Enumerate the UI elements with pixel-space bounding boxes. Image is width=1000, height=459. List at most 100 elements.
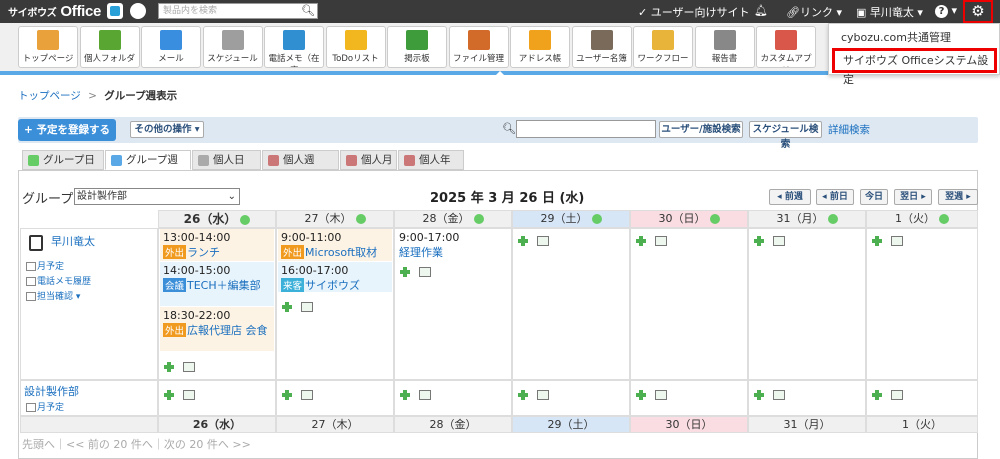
add-event-icon[interactable] [872,390,882,400]
user-sub-link[interactable]: 電話メモ履歴 [26,274,91,287]
schedule-event[interactable]: 14:00-15:00 会議 TECH＋編集部 [160,262,274,306]
app-tile[interactable]: 報告書 [694,26,755,68]
nav-button[interactable]: 翌日 ▸ [894,189,932,205]
app-tile[interactable]: アドレス帳 [510,26,570,68]
schedule-event[interactable]: 13:00-14:00 外出 ランチ [160,229,274,261]
add-banner-icon[interactable] [537,390,549,400]
add-banner-icon[interactable] [537,236,549,246]
user-site-link[interactable]: ✓ ユーザー向けサイト [638,4,750,20]
detail-search-link[interactable]: 詳細検索 [828,122,870,137]
register-schedule-button[interactable]: + 予定を登録する [18,119,116,141]
add-banner-icon[interactable] [183,390,195,400]
event-title[interactable]: ランチ [187,246,220,259]
day-header[interactable]: 27（木） [276,210,394,228]
cybozu-icon[interactable] [107,3,123,19]
add-event-icon[interactable] [636,236,646,246]
breadcrumb-home[interactable]: トップページ [18,90,81,102]
keyword-input[interactable] [516,120,656,138]
add-event-icon[interactable] [164,362,174,372]
tab-view[interactable]: グループ週 [105,150,191,170]
app-tile[interactable]: カスタムアプリ [756,26,816,68]
event-title[interactable]: 広報代理店 会食 [187,324,268,337]
tab-view[interactable]: 個人月 [340,150,397,170]
schedule-event[interactable]: 9:00-17:00 経理作業 [396,229,510,261]
tab-view[interactable]: 個人日 [192,150,261,170]
chat-icon[interactable] [130,3,146,19]
schedule-search-button[interactable]: スケジュール検索 [749,121,822,150]
add-banner-icon[interactable] [655,236,667,246]
app-tile[interactable]: トップページ [18,26,78,68]
schedule-event[interactable]: 16:00-17:00 来客 サイボウズ [278,262,392,292]
cybozu-admin-item[interactable]: cybozu.com共通管理 [841,29,951,45]
add-event-icon[interactable] [754,236,764,246]
add-schedule-icon[interactable] [240,214,251,225]
day-header[interactable]: 31（月） [748,210,866,228]
add-banner-icon[interactable] [419,390,431,400]
paging[interactable]: 先頭へ｜<< 前の 20 件へ｜次の 20 件へ >> [22,436,251,452]
add-schedule-icon[interactable] [355,214,366,224]
add-schedule-icon[interactable] [939,214,949,224]
app-tile[interactable]: 個人フォルダ [79,26,140,68]
search-icon[interactable]: 🔍︎ [301,4,315,18]
add-event-icon[interactable] [754,390,764,400]
user-name-link[interactable]: 早川竜太 [51,233,95,249]
user-sub-link[interactable]: 月予定 [26,259,64,272]
add-schedule-icon[interactable] [473,214,484,224]
app-tile[interactable]: 電話メモ（在席 [264,26,324,68]
add-banner-icon[interactable] [655,390,667,400]
app-tile[interactable]: ユーザー名簿 [571,26,632,68]
user-sub-link[interactable]: 担当確認 ▾ [26,289,80,302]
add-schedule-icon[interactable] [591,214,602,224]
day-header[interactable]: 28（金） [394,210,512,228]
schedule-event[interactable]: 18:30-22:00 外出 広報代理店 会食 [160,307,274,351]
schedule-event[interactable]: 9:00-11:00 外出 Microsoft取材 [278,229,392,261]
app-tile[interactable]: スケジュール [202,26,263,68]
add-event-icon[interactable] [400,390,410,400]
app-logo[interactable]: サイボウズ Office [8,3,101,20]
day-header[interactable]: 30（日） [630,210,748,228]
add-banner-icon[interactable] [301,390,313,400]
add-event-icon[interactable] [400,267,410,277]
day-header[interactable]: 1（火） [866,210,978,228]
bell-icon[interactable]: 🔔︎ [754,4,768,17]
collapse-arrow-icon[interactable] [496,71,504,75]
add-schedule-icon[interactable] [827,214,838,224]
add-event-icon[interactable] [518,390,528,400]
tab-view[interactable]: グループ日 [22,150,104,170]
office-settings-item[interactable]: サイボウズ Officeシステム設定 [832,48,997,86]
event-title[interactable]: 経理作業 [399,246,443,259]
tab-view[interactable]: 個人年 [398,150,464,170]
user-menu[interactable]: ▣ 早川竜太 ▾ [856,4,923,20]
app-tile[interactable]: ファイル管理 [448,26,509,68]
gear-icon[interactable]: ⚙︎ [963,0,993,23]
day-header[interactable]: 29（土） [512,210,630,228]
add-event-icon[interactable] [518,236,528,246]
nav-button[interactable]: ◂ 前週 [769,189,811,205]
app-tile[interactable]: 掲示板 [387,26,447,68]
add-banner-icon[interactable] [773,236,785,246]
day-header[interactable]: 26（水） [158,210,276,228]
group-name-link[interactable]: 設計製作部 [24,383,79,399]
add-event-icon[interactable] [872,236,882,246]
group-select[interactable]: 設計製作部 ⌄ [74,188,240,205]
add-event-icon[interactable] [282,302,292,312]
link-menu[interactable]: 🔗︎リンク ▾ [786,4,842,20]
search-input[interactable]: 製品内を検索 🔍︎ [158,3,318,19]
add-banner-icon[interactable] [419,267,431,277]
nav-button[interactable]: 今日 [860,189,888,205]
event-title[interactable]: TECH＋編集部 [187,279,261,292]
other-ops-button[interactable]: その他の操作 ▾ [130,121,204,138]
app-tile[interactable]: メール [141,26,201,68]
add-banner-icon[interactable] [183,362,195,372]
user-facility-search-button[interactable]: ユーザー/施設検索 [659,121,743,138]
app-tile[interactable]: ワークフロー [633,26,693,68]
add-schedule-icon[interactable] [709,214,720,224]
nav-button[interactable]: 翌週 ▸ [938,189,978,205]
add-banner-icon[interactable] [301,302,313,312]
add-event-icon[interactable] [636,390,646,400]
event-title[interactable]: サイボウズ [305,279,360,292]
add-banner-icon[interactable] [891,236,903,246]
add-banner-icon[interactable] [891,390,903,400]
tab-view[interactable]: 個人週 [262,150,339,170]
help-icon[interactable]: ? ▾ [935,4,957,18]
